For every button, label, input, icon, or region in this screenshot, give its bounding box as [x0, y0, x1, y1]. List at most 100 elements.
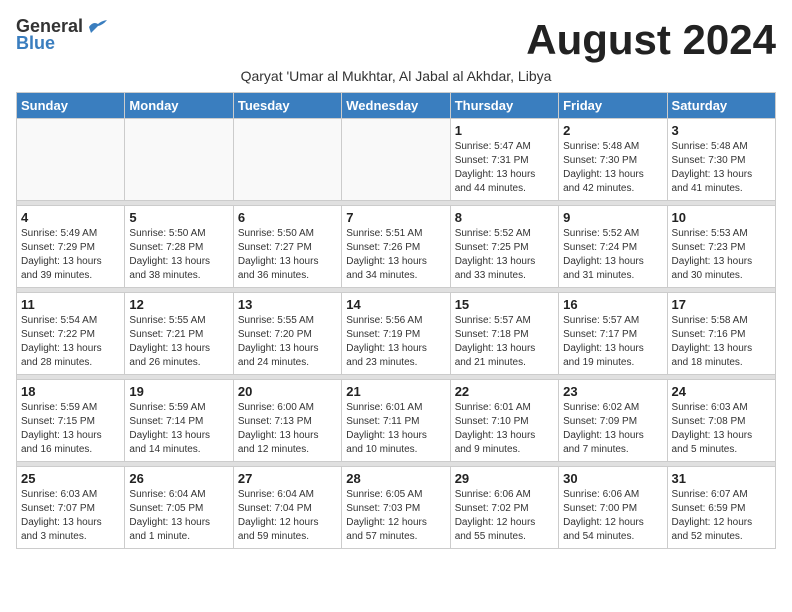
- calendar-day: 14 Sunrise: 5:56 AM Sunset: 7:19 PM Dayli…: [342, 293, 450, 375]
- calendar-day: 28Sunrise: 6:05 AM Sunset: 7:03 PM Dayli…: [342, 467, 450, 549]
- day-info: Sunrise: 6:00 AM Sunset: 7:13 PM Dayligh…: [238, 401, 337, 457]
- calendar-day: 3Sunrise: 5:48 AM Sunset: 7:30 PM Daylig…: [667, 119, 775, 201]
- day-info: Sunrise: 5:57 AM Sunset: 7:18 PM Dayligh…: [455, 314, 554, 370]
- calendar-day: 7 Sunrise: 5:51 AM Sunset: 7:26 PM Daylig…: [342, 206, 450, 288]
- day-number: 17: [672, 297, 771, 312]
- weekday-header-saturday: Saturday: [667, 93, 775, 119]
- day-number: 13: [238, 297, 337, 312]
- day-number: 1: [455, 123, 554, 138]
- day-info: Sunrise: 5:52 AM Sunset: 7:24 PM Dayligh…: [563, 227, 662, 283]
- week-row-1: 1Sunrise: 5:47 AM Sunset: 7:31 PM Daylig…: [17, 119, 776, 201]
- day-number: 16: [563, 297, 662, 312]
- day-number: 18: [21, 384, 120, 399]
- month-title: August 2024: [526, 16, 776, 64]
- day-number: 27: [238, 471, 337, 486]
- day-info: Sunrise: 5:56 AM Sunset: 7:19 PM Dayligh…: [346, 314, 445, 370]
- day-info: Sunrise: 6:03 AM Sunset: 7:08 PM Dayligh…: [672, 401, 771, 457]
- calendar-day: 19 Sunrise: 5:59 AM Sunset: 7:14 PM Dayli…: [125, 380, 233, 462]
- day-number: 20: [238, 384, 337, 399]
- calendar-day: 29 Sunrise: 6:06 AM Sunset: 7:02 PM Dayli…: [450, 467, 558, 549]
- logo: General Blue: [16, 16, 109, 54]
- calendar-day: 5 Sunrise: 5:50 AM Sunset: 7:28 PM Daylig…: [125, 206, 233, 288]
- weekday-header-tuesday: Tuesday: [233, 93, 341, 119]
- calendar-day: [233, 119, 341, 201]
- calendar-day: 25Sunrise: 6:03 AM Sunset: 7:07 PM Dayli…: [17, 467, 125, 549]
- calendar-day: 23Sunrise: 6:02 AM Sunset: 7:09 PM Dayli…: [559, 380, 667, 462]
- calendar-day: 26 Sunrise: 6:04 AM Sunset: 7:05 PM Dayli…: [125, 467, 233, 549]
- day-number: 3: [672, 123, 771, 138]
- day-info: Sunrise: 5:59 AM Sunset: 7:14 PM Dayligh…: [129, 401, 228, 457]
- day-number: 11: [21, 297, 120, 312]
- day-number: 19: [129, 384, 228, 399]
- day-number: 31: [672, 471, 771, 486]
- calendar-table: SundayMondayTuesdayWednesdayThursdayFrid…: [16, 92, 776, 549]
- day-info: Sunrise: 6:01 AM Sunset: 7:11 PM Dayligh…: [346, 401, 445, 457]
- weekday-header-wednesday: Wednesday: [342, 93, 450, 119]
- calendar-day: 8 Sunrise: 5:52 AM Sunset: 7:25 PM Daylig…: [450, 206, 558, 288]
- week-row-4: 18 Sunrise: 5:59 AM Sunset: 7:15 PM Dayli…: [17, 380, 776, 462]
- day-info: Sunrise: 6:04 AM Sunset: 7:04 PM Dayligh…: [238, 488, 337, 544]
- day-number: 30: [563, 471, 662, 486]
- day-number: 9: [563, 210, 662, 225]
- day-info: Sunrise: 5:50 AM Sunset: 7:27 PM Dayligh…: [238, 227, 337, 283]
- day-info: Sunrise: 5:55 AM Sunset: 7:21 PM Dayligh…: [129, 314, 228, 370]
- day-number: 6: [238, 210, 337, 225]
- calendar-day: 22 Sunrise: 6:01 AM Sunset: 7:10 PM Dayli…: [450, 380, 558, 462]
- weekday-header-friday: Friday: [559, 93, 667, 119]
- calendar-day: [125, 119, 233, 201]
- calendar-day: 16 Sunrise: 5:57 AM Sunset: 7:17 PM Dayli…: [559, 293, 667, 375]
- day-info: Sunrise: 6:01 AM Sunset: 7:10 PM Dayligh…: [455, 401, 554, 457]
- calendar-day: 9 Sunrise: 5:52 AM Sunset: 7:24 PM Daylig…: [559, 206, 667, 288]
- logo-bird-icon: [87, 19, 109, 35]
- day-info: Sunrise: 5:58 AM Sunset: 7:16 PM Dayligh…: [672, 314, 771, 370]
- calendar-day: 1Sunrise: 5:47 AM Sunset: 7:31 PM Daylig…: [450, 119, 558, 201]
- calendar-day: 20 Sunrise: 6:00 AM Sunset: 7:13 PM Dayli…: [233, 380, 341, 462]
- calendar-day: 18 Sunrise: 5:59 AM Sunset: 7:15 PM Dayli…: [17, 380, 125, 462]
- day-number: 23: [563, 384, 662, 399]
- day-info: Sunrise: 5:51 AM Sunset: 7:26 PM Dayligh…: [346, 227, 445, 283]
- day-number: 5: [129, 210, 228, 225]
- day-info: Sunrise: 5:50 AM Sunset: 7:28 PM Dayligh…: [129, 227, 228, 283]
- calendar-day: 31 Sunrise: 6:07 AM Sunset: 6:59 PM Dayli…: [667, 467, 775, 549]
- calendar-day: 6 Sunrise: 5:50 AM Sunset: 7:27 PM Daylig…: [233, 206, 341, 288]
- day-number: 22: [455, 384, 554, 399]
- day-info: Sunrise: 6:07 AM Sunset: 6:59 PM Dayligh…: [672, 488, 771, 544]
- day-info: Sunrise: 6:06 AM Sunset: 7:00 PM Dayligh…: [563, 488, 662, 544]
- week-row-2: 4 Sunrise: 5:49 AM Sunset: 7:29 PM Daylig…: [17, 206, 776, 288]
- day-info: Sunrise: 5:57 AM Sunset: 7:17 PM Dayligh…: [563, 314, 662, 370]
- calendar-day: 21Sunrise: 6:01 AM Sunset: 7:11 PM Dayli…: [342, 380, 450, 462]
- day-info: Sunrise: 6:06 AM Sunset: 7:02 PM Dayligh…: [455, 488, 554, 544]
- day-info: Sunrise: 6:05 AM Sunset: 7:03 PM Dayligh…: [346, 488, 445, 544]
- day-number: 4: [21, 210, 120, 225]
- day-info: Sunrise: 5:53 AM Sunset: 7:23 PM Dayligh…: [672, 227, 771, 283]
- week-row-3: 11Sunrise: 5:54 AM Sunset: 7:22 PM Dayli…: [17, 293, 776, 375]
- day-number: 14: [346, 297, 445, 312]
- calendar-day: 15 Sunrise: 5:57 AM Sunset: 7:18 PM Dayli…: [450, 293, 558, 375]
- day-info: Sunrise: 5:55 AM Sunset: 7:20 PM Dayligh…: [238, 314, 337, 370]
- day-number: 15: [455, 297, 554, 312]
- day-info: Sunrise: 5:52 AM Sunset: 7:25 PM Dayligh…: [455, 227, 554, 283]
- day-info: Sunrise: 5:59 AM Sunset: 7:15 PM Dayligh…: [21, 401, 120, 457]
- weekday-header-sunday: Sunday: [17, 93, 125, 119]
- calendar-day: 11Sunrise: 5:54 AM Sunset: 7:22 PM Dayli…: [17, 293, 125, 375]
- day-number: 12: [129, 297, 228, 312]
- day-number: 26: [129, 471, 228, 486]
- calendar-day: 12 Sunrise: 5:55 AM Sunset: 7:21 PM Dayli…: [125, 293, 233, 375]
- day-number: 25: [21, 471, 120, 486]
- day-info: Sunrise: 5:48 AM Sunset: 7:30 PM Dayligh…: [563, 140, 662, 196]
- calendar-day: [17, 119, 125, 201]
- day-number: 7: [346, 210, 445, 225]
- day-info: Sunrise: 6:04 AM Sunset: 7:05 PM Dayligh…: [129, 488, 228, 544]
- calendar-day: 13 Sunrise: 5:55 AM Sunset: 7:20 PM Dayli…: [233, 293, 341, 375]
- calendar-day: 24 Sunrise: 6:03 AM Sunset: 7:08 PM Dayli…: [667, 380, 775, 462]
- day-number: 8: [455, 210, 554, 225]
- weekday-header-thursday: Thursday: [450, 93, 558, 119]
- day-number: 24: [672, 384, 771, 399]
- calendar-day: 10Sunrise: 5:53 AM Sunset: 7:23 PM Dayli…: [667, 206, 775, 288]
- calendar-day: [342, 119, 450, 201]
- calendar-day: 27 Sunrise: 6:04 AM Sunset: 7:04 PM Dayli…: [233, 467, 341, 549]
- day-info: Sunrise: 5:49 AM Sunset: 7:29 PM Dayligh…: [21, 227, 120, 283]
- day-number: 29: [455, 471, 554, 486]
- day-number: 2: [563, 123, 662, 138]
- logo-blue: Blue: [16, 33, 55, 54]
